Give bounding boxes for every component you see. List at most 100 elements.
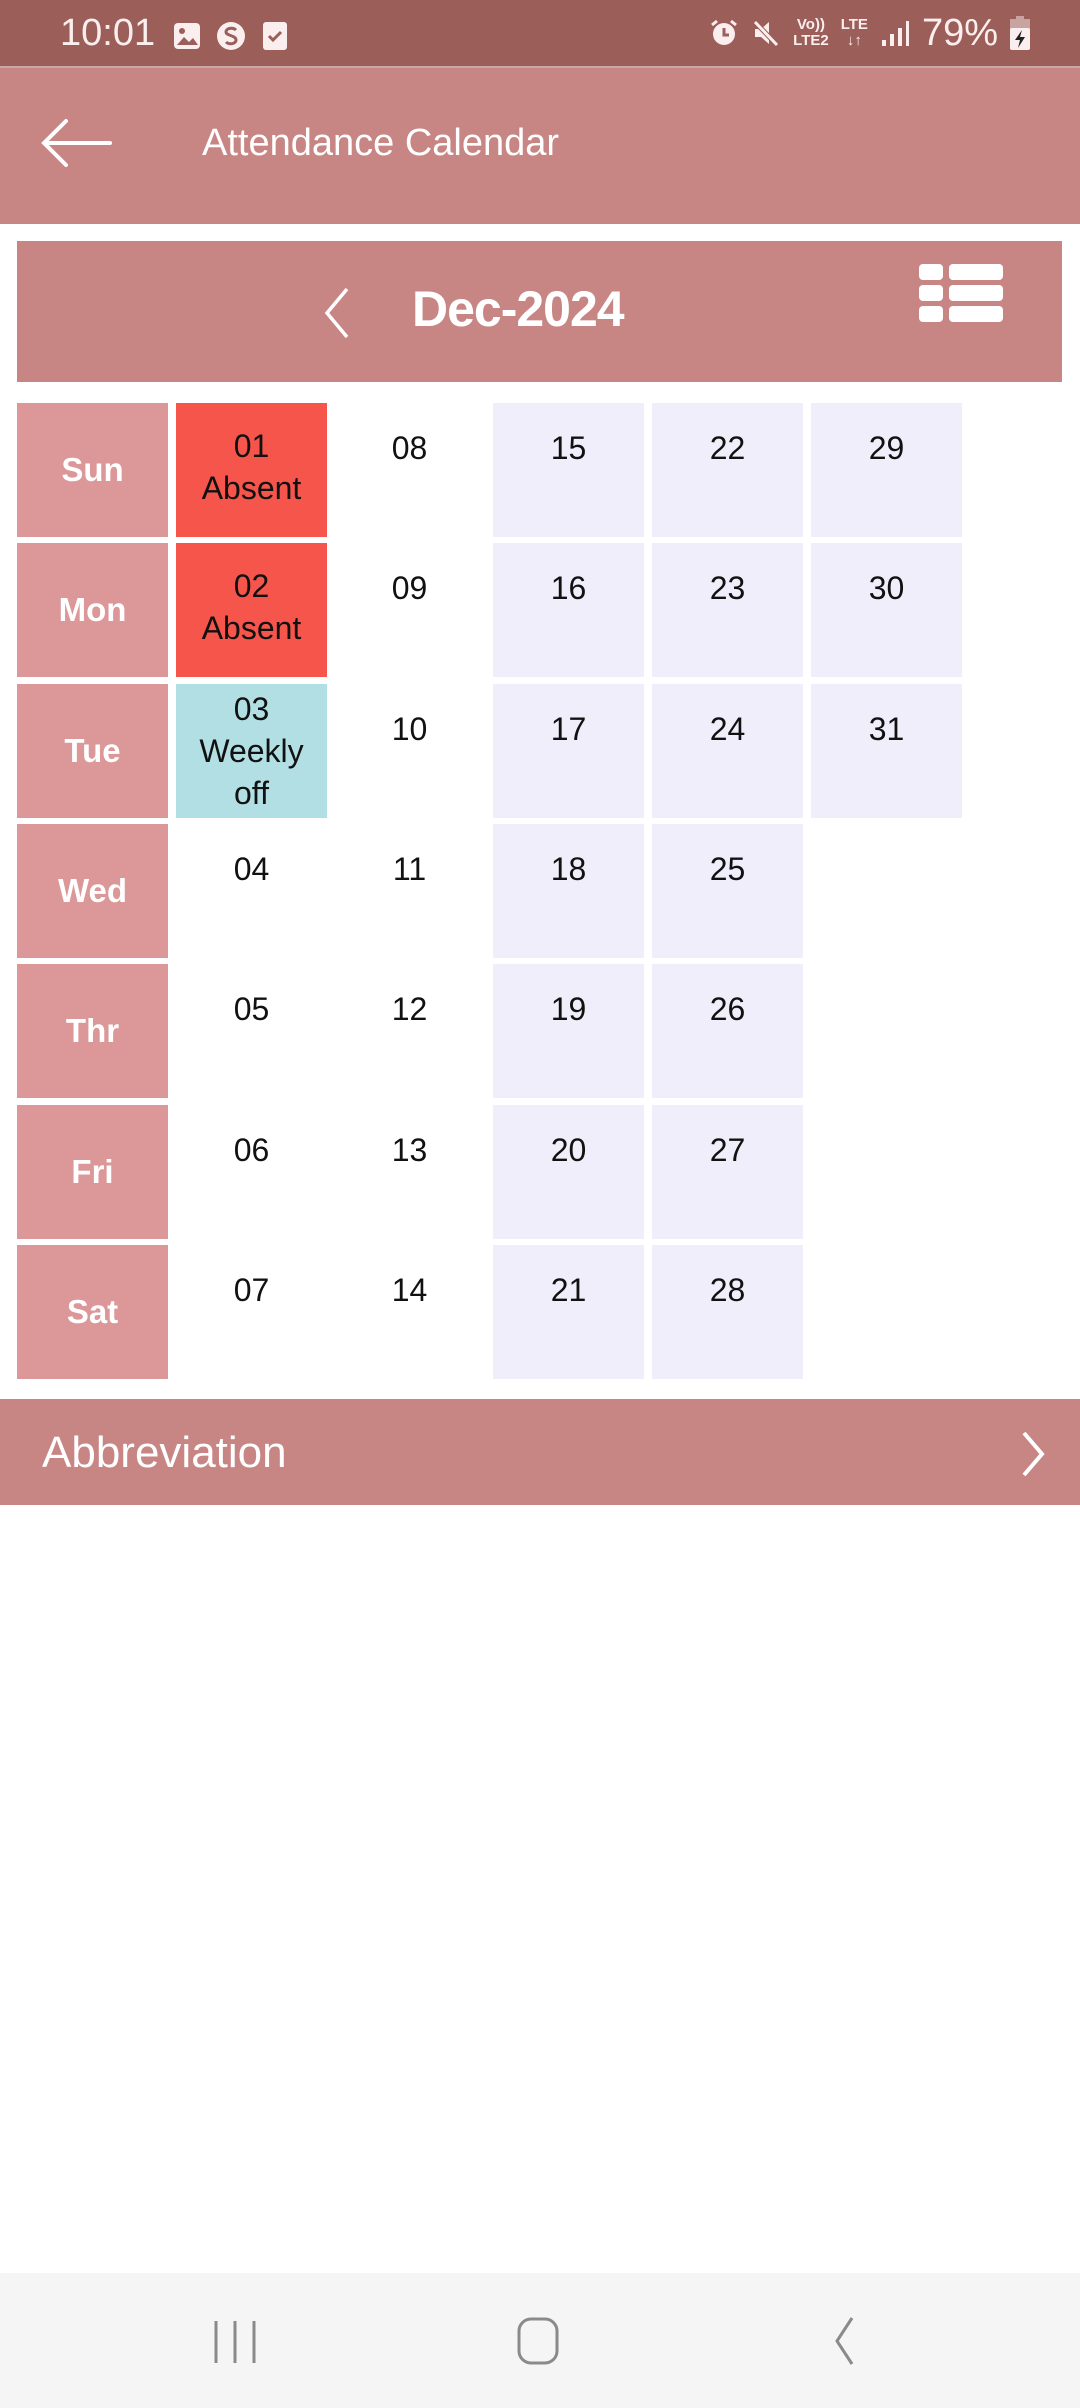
s-app-icon <box>217 22 245 50</box>
calendar-day-cell[interactable]: 20 <box>493 1104 644 1239</box>
calendar-day-cell[interactable]: 11 <box>334 824 485 958</box>
arrow-left-icon[interactable] <box>40 118 116 168</box>
notification-icons <box>172 21 290 51</box>
calendar-day-cell[interactable]: 16 <box>493 543 644 678</box>
volte-icon: Vo)) LTE2 <box>793 16 829 49</box>
checkbox-icon <box>263 22 287 50</box>
recents-icon[interactable] <box>196 2313 276 2373</box>
alarm-icon <box>711 19 738 45</box>
page-title: Attendance Calendar <box>202 122 560 164</box>
calendar-day-cell[interactable]: 14 <box>334 1245 485 1379</box>
calendar-day-cell[interactable]: 05 <box>176 964 327 1098</box>
day-number: 30 <box>868 570 905 607</box>
day-number: 13 <box>391 1131 428 1168</box>
calendar-day-cell[interactable]: 09 <box>334 543 485 677</box>
app-bar: Attendance Calendar <box>0 68 1080 224</box>
signal-icon <box>881 21 909 46</box>
day-number: 01 <box>233 428 270 464</box>
calendar-day-cell[interactable]: 26 <box>652 964 803 1099</box>
attendance-status: Weekly off <box>199 732 304 811</box>
calendar-day-cell[interactable]: 07 <box>176 1245 327 1379</box>
day-number: 19 <box>550 991 587 1028</box>
calendar-day-cell[interactable]: 02 Absent <box>176 543 327 678</box>
status-bar: 10:01 Vo)) LTE2 LTE ↓↑ 79% <box>0 0 1080 66</box>
day-number: 15 <box>550 430 587 466</box>
abbreviation-label: Abbreviation <box>42 1428 287 1477</box>
month-header: Dec-2024 <box>17 241 1062 382</box>
mute-icon <box>753 20 779 47</box>
day-number: 22 <box>709 430 746 466</box>
weekday-label: Sat <box>17 1244 168 1379</box>
weekday-label: Tue <box>17 683 168 818</box>
day-number: 05 <box>233 991 270 1028</box>
day-number: 16 <box>550 570 587 607</box>
chevron-left-icon[interactable] <box>317 285 357 341</box>
weekday-label: Mon <box>17 543 168 678</box>
day-number: 17 <box>550 710 587 747</box>
day-number: 07 <box>233 1271 270 1308</box>
calendar-day-cell[interactable]: 01 Absent <box>176 403 327 537</box>
weekday-label: Fri <box>17 1104 168 1239</box>
day-number: 27 <box>709 1131 746 1168</box>
weekday-label: Wed <box>17 823 168 958</box>
lte-data-icon: LTE ↓↑ <box>840 16 868 49</box>
calendar-day-cell[interactable]: 04 <box>176 824 327 958</box>
system-indicators: Vo)) LTE2 LTE ↓↑ 79% <box>709 10 1030 56</box>
calendar-day-cell[interactable]: 23 <box>652 543 803 678</box>
day-number: 06 <box>233 1131 270 1168</box>
day-number: 03 <box>233 690 270 727</box>
chevron-right-icon <box>1022 1431 1045 1477</box>
day-number: 23 <box>709 570 746 607</box>
abbreviation-button[interactable]: Abbreviation <box>0 1399 1080 1505</box>
calendar-day-cell[interactable]: 21 <box>493 1244 644 1379</box>
calendar-day-cell[interactable]: 28 <box>652 1244 803 1379</box>
weekday-label: Sun <box>17 403 168 537</box>
home-icon[interactable] <box>497 2313 577 2373</box>
day-number: 14 <box>391 1271 428 1308</box>
day-number: 18 <box>550 850 587 887</box>
calendar-day-cell[interactable]: 19 <box>493 964 644 1099</box>
day-number: 04 <box>233 850 270 887</box>
calendar-day-cell[interactable]: 06 <box>176 1105 327 1239</box>
calendar-day-cell[interactable]: 18 <box>493 823 644 958</box>
status-time: 10:01 <box>60 12 156 54</box>
month-label: Dec-2024 <box>412 281 625 337</box>
calendar-day-cell[interactable]: 27 <box>652 1104 803 1239</box>
day-number: 24 <box>709 710 746 747</box>
calendar-day-cell[interactable]: 25 <box>652 823 803 958</box>
day-number: 29 <box>868 430 905 466</box>
calendar-day-cell[interactable]: 03 Weekly off <box>176 683 327 818</box>
system-nav-bar <box>0 2273 1080 2408</box>
calendar-day-cell[interactable]: 30 <box>811 543 962 678</box>
day-number: 28 <box>709 1271 746 1308</box>
battery-charging-icon <box>1010 16 1030 50</box>
day-number: 20 <box>550 1131 587 1168</box>
back-icon[interactable] <box>800 2313 880 2373</box>
weekday-label: Thr <box>17 964 168 1099</box>
calendar-day-cell[interactable]: 24 <box>652 683 803 818</box>
day-number: 08 <box>391 430 428 466</box>
calendar-day-cell[interactable]: 31 <box>811 683 962 818</box>
day-number: 25 <box>709 850 746 887</box>
calendar-day-cell[interactable]: 08 <box>334 403 485 537</box>
attendance-status: Absent <box>201 470 302 506</box>
day-number: 11 <box>392 850 427 887</box>
day-number: 09 <box>391 570 428 607</box>
calendar-day-cell[interactable]: 15 <box>493 403 644 537</box>
calendar-day-cell[interactable]: 17 <box>493 683 644 818</box>
attendance-status: Absent <box>201 610 302 647</box>
battery-percent: 79% <box>921 12 998 54</box>
day-number: 12 <box>391 991 428 1028</box>
gallery-icon <box>174 23 200 49</box>
day-number: 26 <box>709 991 746 1028</box>
day-number: 21 <box>550 1271 587 1308</box>
calendar-day-cell[interactable]: 12 <box>334 964 485 1098</box>
day-number: 10 <box>391 710 428 747</box>
calendar-day-cell[interactable]: 29 <box>811 403 962 537</box>
calendar-day-cell[interactable]: 10 <box>334 684 485 818</box>
day-number: 02 <box>233 568 270 605</box>
calendar-day-cell[interactable]: 13 <box>334 1105 485 1239</box>
list-view-icon[interactable] <box>919 264 1005 324</box>
calendar-day-cell[interactable]: 22 <box>652 403 803 537</box>
day-number: 31 <box>868 710 905 747</box>
